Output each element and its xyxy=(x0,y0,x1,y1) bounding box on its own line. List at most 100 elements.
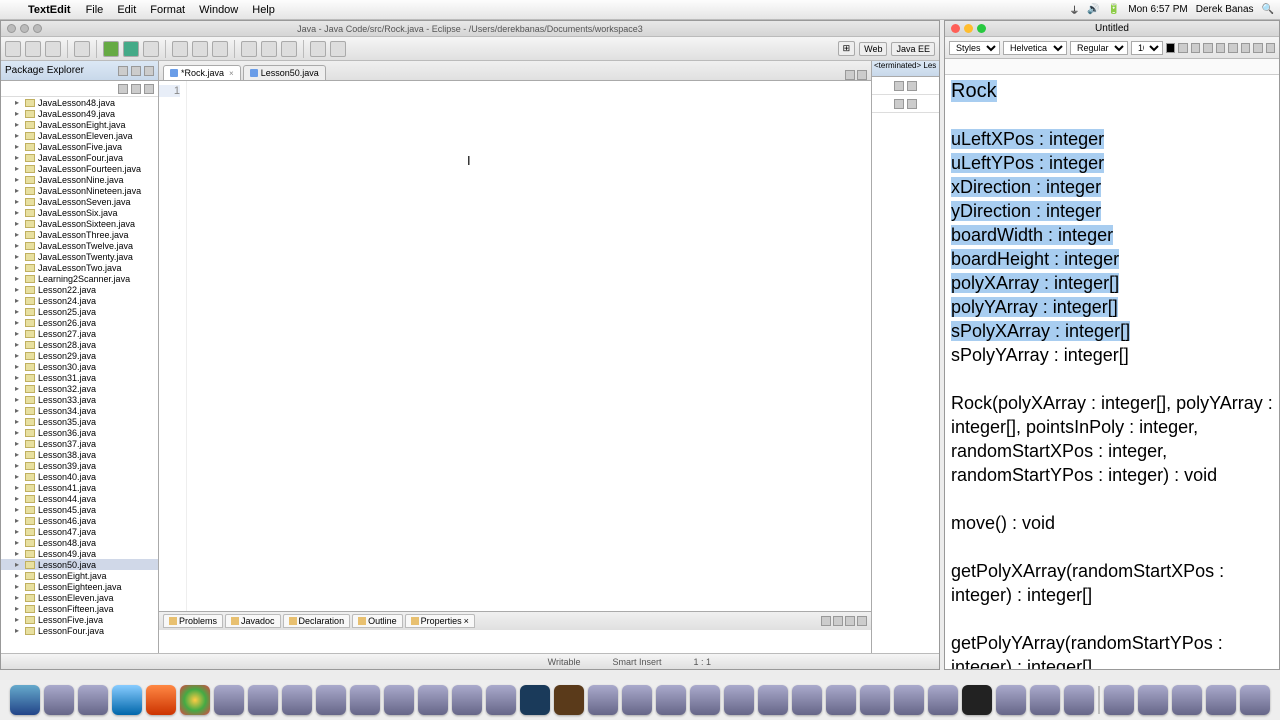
perspective-javaee[interactable]: Java EE xyxy=(891,42,935,56)
new-package-button[interactable] xyxy=(192,41,208,57)
focus-icon[interactable] xyxy=(144,84,154,94)
app-icon[interactable] xyxy=(486,685,516,715)
annotation-button[interactable] xyxy=(281,41,297,57)
appstore-icon[interactable] xyxy=(282,685,312,715)
open-perspective-button[interactable]: ⊞ xyxy=(838,41,856,56)
style-select[interactable]: Styles xyxy=(949,41,1000,55)
tree-item[interactable]: ▸LessonFifteen.java xyxy=(1,603,158,614)
user-name[interactable]: Derek Banas xyxy=(1196,4,1254,15)
code-area[interactable]: I xyxy=(187,81,871,611)
eclipse-icon[interactable] xyxy=(894,685,924,715)
link-editor-icon[interactable] xyxy=(131,84,141,94)
toggle-icon[interactable] xyxy=(894,99,904,109)
new-button[interactable] xyxy=(5,41,21,57)
terminal-icon[interactable] xyxy=(962,685,992,715)
editor-tab-rock[interactable]: *Rock.java × xyxy=(163,65,241,80)
tree-item[interactable]: ▸JavaLesson49.java xyxy=(1,108,158,119)
zoom-icon[interactable] xyxy=(977,24,986,33)
new-class-button[interactable] xyxy=(212,41,228,57)
ical-icon[interactable] xyxy=(214,685,244,715)
tree-item[interactable]: ▸Lesson50.java xyxy=(1,559,158,570)
tree-item[interactable]: ▸Lesson29.java xyxy=(1,350,158,361)
wifi-icon[interactable]: ⏚ xyxy=(1069,2,1079,17)
app-name[interactable]: TextEdit xyxy=(28,4,71,16)
font-size-select[interactable]: 10 xyxy=(1131,41,1163,55)
align-center-button[interactable] xyxy=(1228,43,1237,53)
underline-button[interactable] xyxy=(1203,43,1212,53)
minimize-icon[interactable] xyxy=(20,24,29,33)
tree-item[interactable]: ▸JavaLessonTwenty.java xyxy=(1,251,158,262)
tree-item[interactable]: ▸LessonEighteen.java xyxy=(1,581,158,592)
launchpad-icon[interactable] xyxy=(78,685,108,715)
tree-item[interactable]: ▸Lesson39.java xyxy=(1,460,158,471)
tree-item[interactable]: ▸JavaLessonEight.java xyxy=(1,119,158,130)
remove-all-icon[interactable] xyxy=(907,81,917,91)
app-icon[interactable] xyxy=(622,685,652,715)
tree-item[interactable]: ▸LessonEight.java xyxy=(1,570,158,581)
skype-icon[interactable] xyxy=(860,685,890,715)
tree-item[interactable]: ▸JavaLessonNine.java xyxy=(1,174,158,185)
tree-item[interactable]: ▸Lesson48.java xyxy=(1,537,158,548)
clock[interactable]: Mon 6:57 PM xyxy=(1128,4,1187,15)
minimize-view-icon[interactable] xyxy=(845,616,855,626)
tree-item[interactable]: ▸JavaLessonSixteen.java xyxy=(1,218,158,229)
problems-tab[interactable]: Problems xyxy=(163,614,223,628)
tree-item[interactable]: ▸Lesson30.java xyxy=(1,361,158,372)
tree-item[interactable]: ▸Lesson25.java xyxy=(1,306,158,317)
app-icon[interactable] xyxy=(1030,685,1060,715)
run-button[interactable] xyxy=(103,41,119,57)
app-icon[interactable] xyxy=(758,685,788,715)
view-menu-icon[interactable] xyxy=(833,616,843,626)
tree-item[interactable]: ▸JavaLessonNineteen.java xyxy=(1,185,158,196)
minimize-icon[interactable] xyxy=(964,24,973,33)
tree-item[interactable]: ▸Learning2Scanner.java xyxy=(1,273,158,284)
tree-item[interactable]: ▸LessonFour.java xyxy=(1,625,158,636)
tree-item[interactable]: ▸Lesson32.java xyxy=(1,383,158,394)
tree-item[interactable]: ▸Lesson41.java xyxy=(1,482,158,493)
firefox-icon[interactable] xyxy=(146,685,176,715)
close-tab-icon[interactable]: × xyxy=(229,69,234,78)
search-button[interactable] xyxy=(261,41,277,57)
minimize-editor-icon[interactable] xyxy=(845,70,855,80)
tree-item[interactable]: ▸Lesson47.java xyxy=(1,526,158,537)
declaration-tab[interactable]: Declaration xyxy=(283,614,351,628)
app-icon[interactable] xyxy=(928,685,958,715)
tree-item[interactable]: ▸JavaLessonTwo.java xyxy=(1,262,158,273)
options-icon[interactable] xyxy=(907,99,917,109)
tree-item[interactable]: ▸Lesson22.java xyxy=(1,284,158,295)
menu-edit[interactable]: Edit xyxy=(117,4,136,16)
dashboard-icon[interactable] xyxy=(44,685,74,715)
pin-icon[interactable] xyxy=(821,616,831,626)
list-button[interactable] xyxy=(1266,43,1275,53)
tree-item[interactable]: ▸Lesson49.java xyxy=(1,548,158,559)
bold-button[interactable] xyxy=(1178,43,1187,53)
save-button[interactable] xyxy=(25,41,41,57)
tree-item[interactable]: ▸Lesson34.java xyxy=(1,405,158,416)
tree-item[interactable]: ▸Lesson36.java xyxy=(1,427,158,438)
collapse-all-icon[interactable] xyxy=(118,84,128,94)
tree-item[interactable]: ▸JavaLessonThree.java xyxy=(1,229,158,240)
textedit-titlebar[interactable]: Untitled xyxy=(945,21,1279,37)
illustrator-icon[interactable] xyxy=(554,685,584,715)
tree-item[interactable]: ▸Lesson40.java xyxy=(1,471,158,482)
perspective-web[interactable]: Web xyxy=(859,42,887,56)
tree-item[interactable]: ▸Lesson27.java xyxy=(1,328,158,339)
zoom-icon[interactable] xyxy=(33,24,42,33)
text-color-icon[interactable] xyxy=(1166,43,1175,53)
tree-item[interactable]: ▸Lesson28.java xyxy=(1,339,158,350)
app-icon[interactable] xyxy=(724,685,754,715)
view-menu-icon[interactable] xyxy=(118,66,128,76)
itunes-icon[interactable] xyxy=(248,685,278,715)
nav-back-button[interactable] xyxy=(310,41,326,57)
documents-icon[interactable] xyxy=(1138,685,1168,715)
tree-item[interactable]: ▸JavaLesson48.java xyxy=(1,97,158,108)
acrobat-icon[interactable] xyxy=(588,685,618,715)
minimize-view-icon[interactable] xyxy=(131,66,141,76)
textedit-content[interactable]: Rock uLeftXPos : integeruLeftYPos : inte… xyxy=(945,75,1279,669)
tree-item[interactable]: ▸Lesson31.java xyxy=(1,372,158,383)
menu-window[interactable]: Window xyxy=(199,4,238,16)
print-button[interactable] xyxy=(74,41,90,57)
tree-item[interactable]: ▸LessonFive.java xyxy=(1,614,158,625)
safari-icon[interactable] xyxy=(112,685,142,715)
tree-item[interactable]: ▸LessonEleven.java xyxy=(1,592,158,603)
